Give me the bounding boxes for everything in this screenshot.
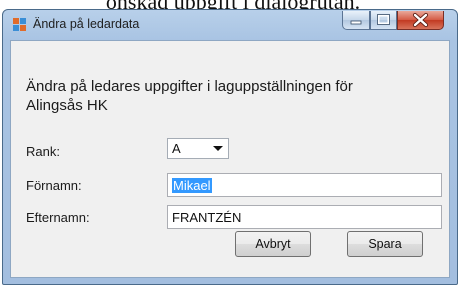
lastname-value: FRANTZÉN: [172, 210, 242, 225]
maximize-icon: [377, 14, 390, 25]
dialog-window: Ändra på ledardata Ändra på ledares uppg…: [2, 9, 458, 285]
title-bar[interactable]: Ändra på ledardata: [3, 10, 457, 40]
rank-value: A: [172, 141, 181, 156]
minimize-icon: [350, 20, 362, 25]
chevron-down-icon: [213, 146, 223, 151]
dialog-heading: Ändra på ledares uppgifter i laguppställ…: [26, 78, 353, 114]
close-icon: [412, 12, 429, 28]
firstname-label: Förnamn:: [26, 178, 82, 193]
rank-label: Rank:: [26, 144, 60, 159]
dialog-client-area: Ändra på ledares uppgifter i laguppställ…: [10, 40, 450, 278]
rank-dropdown[interactable]: A: [167, 138, 229, 159]
maximize-button[interactable]: [370, 11, 397, 30]
save-button[interactable]: Spara: [347, 231, 423, 257]
window-title: Ändra på ledardata: [33, 17, 140, 31]
firstname-value: Mikael: [172, 178, 212, 193]
close-button[interactable]: [397, 11, 444, 30]
minimize-button[interactable]: [342, 11, 370, 30]
lastname-field[interactable]: FRANTZÉN: [167, 205, 442, 229]
app-icon: [13, 18, 26, 31]
firstname-field[interactable]: Mikael: [167, 173, 442, 197]
lastname-label: Efternamn:: [26, 210, 90, 225]
cancel-button[interactable]: Avbryt: [235, 231, 311, 257]
